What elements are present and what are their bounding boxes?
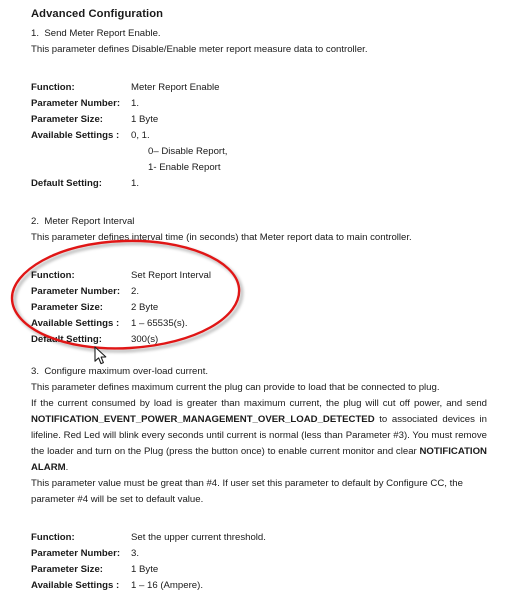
param-label: Parameter Number: [31, 286, 121, 297]
param-label: Available Settings : [31, 130, 120, 141]
param-label: Available Settings : [31, 580, 120, 591]
param-label: Function: [31, 270, 75, 281]
param-label [31, 160, 131, 176]
param-value: 1 Byte [131, 564, 159, 575]
paragraph-text: . [65, 462, 69, 473]
param-value: 2. [131, 286, 140, 297]
param-label: Parameter Number: [31, 548, 121, 559]
param-value: 1. [131, 178, 140, 189]
table-row: Default Setting: 300(s) [31, 332, 487, 348]
param-value: 0, 1. [131, 130, 150, 141]
table-row: Parameter Size: 1 Byte [31, 112, 487, 128]
param-label: Function: [31, 532, 75, 543]
section-description-1: This parameter defines Disable/Enable me… [31, 44, 368, 55]
section-paragraph-3: This parameter value must be great than … [31, 478, 463, 505]
param-label: Default Setting: [31, 334, 102, 345]
param-value: Set the upper current threshold. [131, 532, 266, 543]
parameter-table-2: Function: Set Report Interval Parameter … [31, 268, 487, 348]
table-row: Parameter Number: 1. [31, 96, 487, 112]
paragraph-text: If the current consumed by load is great… [31, 398, 487, 409]
param-value: 1 – 16 (Ampere). [131, 580, 203, 591]
param-option: 1- Enable Report [148, 162, 221, 173]
table-row: Function: Meter Report Enable [31, 80, 487, 96]
table-row: Function: Set the upper current threshol… [31, 530, 487, 546]
param-label: Parameter Size: [31, 564, 103, 575]
parameter-table-1: Function: Meter Report Enable Parameter … [31, 80, 487, 192]
param-label: Available Settings : [31, 318, 120, 329]
table-row: Available Settings : 0, 1. [31, 128, 487, 144]
table-row: 1- Enable Report [31, 160, 487, 176]
page-title: Advanced Configuration [31, 8, 164, 20]
notification-event-constant: NOTIFICATION_EVENT_POWER_MANAGEMENT_OVER… [31, 414, 375, 425]
param-label: Parameter Size: [31, 302, 103, 313]
table-row: Parameter Number: 2. [31, 284, 487, 300]
table-row: Parameter Size: 2 Byte [31, 300, 487, 316]
parameter-table-3: Function: Set the upper current threshol… [31, 530, 487, 594]
param-value: 1 – 65535(s). [131, 318, 188, 329]
section-title-3: 3. Configure maximum over-load current. [31, 366, 209, 377]
param-value: Meter Report Enable [131, 82, 220, 93]
param-value: 2 Byte [131, 302, 159, 313]
param-value: 3. [131, 548, 140, 559]
param-value: Set Report Interval [131, 270, 211, 281]
table-row: Parameter Size: 1 Byte [31, 562, 487, 578]
table-row: Function: Set Report Interval [31, 268, 487, 284]
param-label: Default Setting: [31, 178, 102, 189]
document-page: Advanced Configuration 1. Send Meter Rep… [0, 0, 516, 591]
table-row: Parameter Number: 3. [31, 546, 487, 562]
table-row: Available Settings : 1 – 16 (Ampere). [31, 578, 487, 594]
param-option: 0– Disable Report, [148, 146, 228, 157]
document-body: Advanced Configuration 1. Send Meter Rep… [31, 6, 487, 594]
param-label: Parameter Number: [31, 98, 121, 109]
section-paragraph-1: This parameter defines maximum current t… [31, 382, 440, 393]
param-label [31, 144, 131, 160]
table-row: Available Settings : 1 – 65535(s). [31, 316, 487, 332]
param-label: Function: [31, 82, 75, 93]
table-row: Default Setting: 1. [31, 176, 487, 192]
param-value: 1. [131, 98, 140, 109]
section-description-2: This parameter defines interval time (in… [31, 232, 412, 243]
section-paragraph-2: If the current consumed by load is great… [31, 396, 487, 476]
table-row: 0– Disable Report, [31, 144, 487, 160]
section-title-2: 2. Meter Report Interval [31, 216, 135, 227]
param-value: 300(s) [131, 334, 159, 345]
section-title-1: 1. Send Meter Report Enable. [31, 28, 161, 39]
param-value: 1 Byte [131, 114, 159, 125]
param-label: Parameter Size: [31, 114, 103, 125]
